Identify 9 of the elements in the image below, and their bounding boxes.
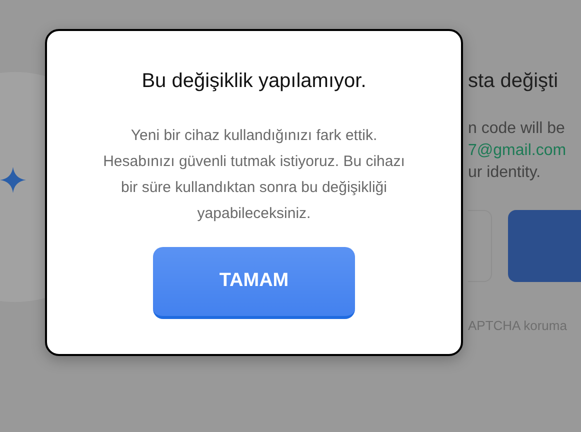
page-heading: sta değişti [468, 69, 560, 94]
email-address: 7@gmail.com [468, 141, 568, 161]
info-text: n code will be [468, 119, 566, 139]
dialog-message: Yeni bir cihaz kullandığınızı fark ettik. Hesabınızı güvenli tutmak istiyoruz. Bu cihazı bir süre kullandıktan sonra bu değişikliği yapabileceksiniz. [102, 126, 406, 224]
sparkle-icon [0, 167, 26, 193]
submit-button[interactable] [508, 210, 581, 282]
dialog-title: Bu değişiklik yapılamıyor. [140, 69, 368, 93]
ok-button[interactable]: TAMAM [153, 247, 355, 319]
info-text: ur identity. [468, 163, 542, 183]
